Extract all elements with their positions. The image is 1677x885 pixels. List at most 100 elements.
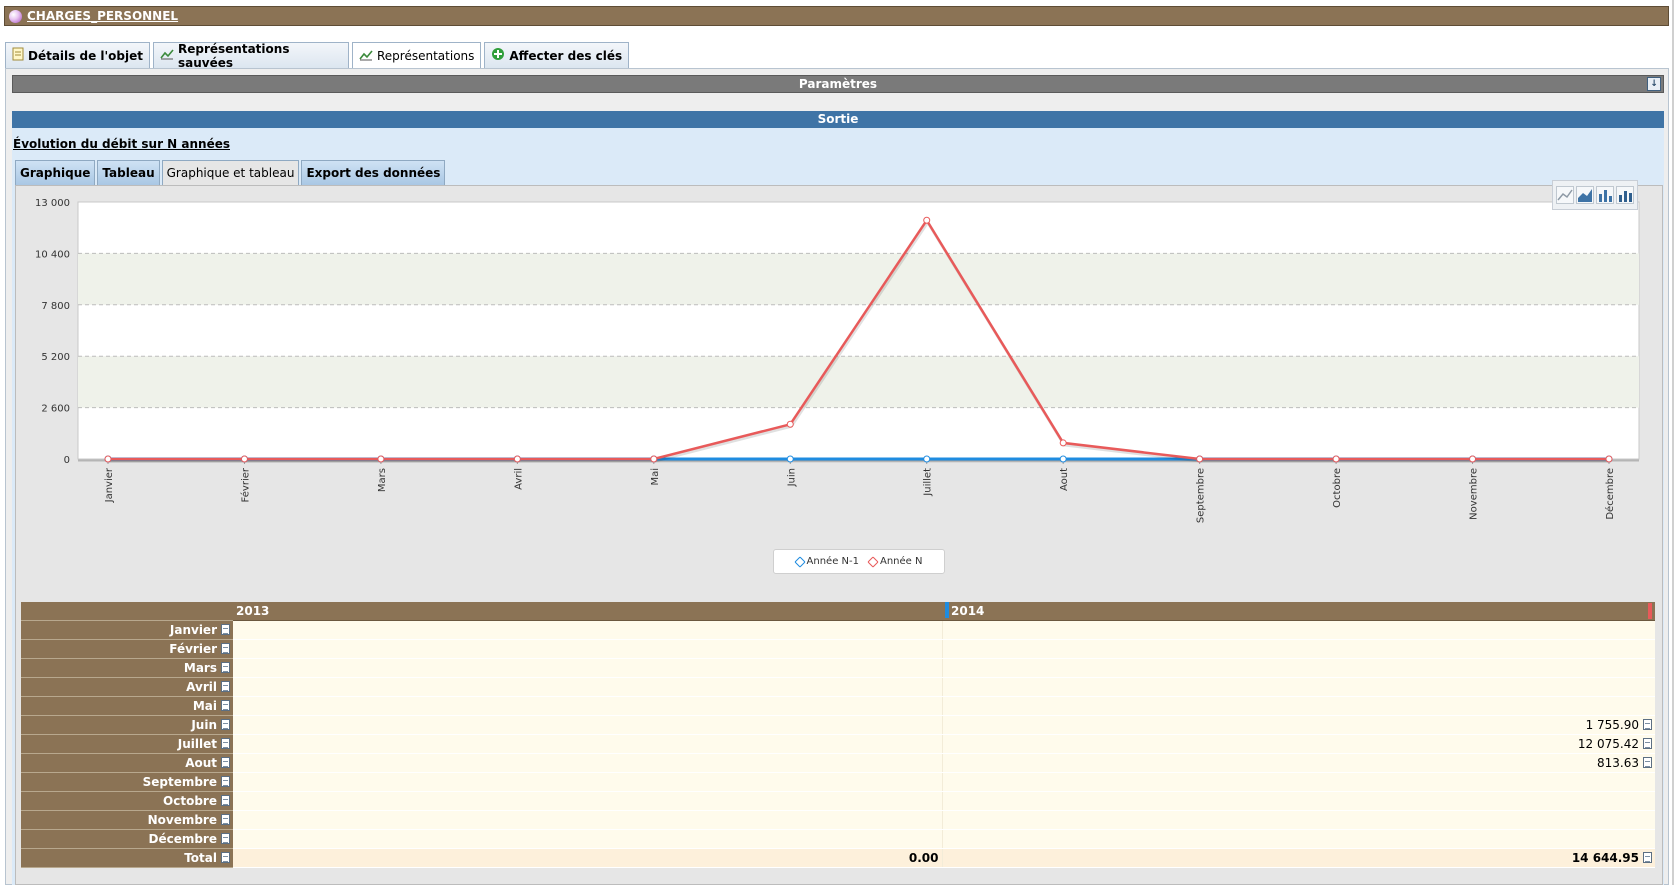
value-cell-2013 [233,829,943,849]
value-cell-2013 [233,696,943,716]
tab-data-export[interactable]: Export des données [301,160,446,185]
y-tick-label: 0 [64,455,70,466]
table-row: Juin 1 755.90 [21,715,1655,735]
tab-label: Affecter des clés [509,48,623,63]
document-icon[interactable] [221,718,230,730]
value-cell-2014 [942,791,1655,811]
document-icon[interactable] [221,775,230,787]
row-label[interactable]: Septembre [21,772,233,792]
tab-chart-and-table[interactable]: Graphique et tableau [161,160,300,185]
value-cell-2013 [233,810,943,830]
add-icon [491,47,505,64]
plot-area [77,201,1640,460]
tab-label: Représentations [377,49,475,63]
data-point [1196,455,1204,463]
row-label[interactable]: Avril [21,677,233,697]
value-cell-2014 [942,658,1655,678]
chart-icon [160,48,174,63]
object-title-link[interactable]: CHARGES_PERSONNEL [27,9,178,23]
chart-type-toolbar [1552,180,1638,210]
x-tick-label: Mars [377,468,388,492]
value-cell-2014 [942,810,1655,830]
row-label[interactable]: Total [21,848,233,868]
legend-label: Année N [879,556,923,567]
document-icon[interactable] [221,699,230,711]
row-label[interactable]: Janvier [21,620,233,640]
tab-representations[interactable]: Représentations [352,42,482,69]
parameters-label: Paramètres [798,77,878,91]
bar-3d-chart-icon[interactable] [1616,186,1634,204]
y-tick-label: 7 800 [41,301,70,312]
table-row: Mai [21,696,1655,716]
x-tick-label: Novembre [1469,468,1480,520]
table-corner [21,602,233,621]
document-icon[interactable] [221,680,230,692]
document-icon[interactable] [221,623,230,635]
row-label[interactable]: Juillet [21,734,233,754]
parameters-header[interactable]: Paramètres ↓ [12,75,1664,93]
tab-chart[interactable]: Graphique [15,160,96,185]
row-label[interactable]: Décembre [21,829,233,849]
value-cell-2014: 1 755.90 [942,715,1655,735]
value-cell-2014 [942,620,1655,640]
row-label[interactable]: Mai [21,696,233,716]
value-cell-2013: 0.00 [233,848,943,868]
area-chart-icon[interactable] [1576,186,1594,204]
document-icon[interactable] [221,661,230,673]
x-tick-label: Avril [513,468,524,490]
row-label[interactable]: Mars [21,658,233,678]
legend-item[interactable]: Année N-1 [793,555,859,568]
value-cell-2013 [233,639,943,659]
document-icon[interactable] [1643,756,1652,768]
tab-saved-representations[interactable]: Représentations sauvées [153,42,349,70]
x-tick-label: Décembre [1604,468,1616,520]
bar-chart-icon[interactable] [1596,186,1614,204]
table-row: Décembre [21,829,1655,849]
chart-grid-bands [77,201,1640,460]
x-tick-label: Aout [1059,468,1070,491]
document-icon[interactable] [221,737,230,749]
line-chart-icon[interactable] [1556,186,1574,204]
document-icon[interactable] [221,813,230,825]
object-icon [9,9,22,23]
legend-item[interactable]: Année N [867,555,923,568]
row-label[interactable]: Aout [21,753,233,773]
series-marker [945,602,949,619]
row-label[interactable]: Février [21,639,233,659]
table-row: Juillet 12 075.42 [21,734,1655,754]
value-cell-2013 [233,791,943,811]
document-icon[interactable] [1643,737,1652,749]
tab-table[interactable]: Tableau [97,160,160,185]
output-header: Sortie [12,111,1664,128]
document-icon[interactable] [221,756,230,768]
value-cell-2014 [942,677,1655,697]
value-cell-2014 [942,639,1655,659]
tab-assign-keys[interactable]: Affecter des clés [484,42,630,68]
value-cell-2013 [233,658,943,678]
document-icon[interactable] [221,642,230,654]
document-icon[interactable] [1643,718,1652,730]
data-point [1469,455,1477,463]
document-icon[interactable] [1643,851,1652,863]
row-label[interactable]: Juin [21,715,233,735]
row-label[interactable]: Octobre [21,791,233,811]
chart-icon [359,49,373,64]
data-point [786,420,794,428]
report-title-link[interactable]: Évolution du débit sur N années [13,137,230,151]
y-tick-label: 2 600 [41,404,70,415]
x-tick-label: Octobre [1332,468,1343,508]
y-tick-label: 5 200 [41,352,70,363]
x-tick-label: Février [239,467,251,502]
chevron-down-icon[interactable]: ↓ [1647,77,1661,91]
row-label[interactable]: Novembre [21,810,233,830]
document-icon[interactable] [221,794,230,806]
x-tick-label: Mai [650,468,661,486]
y-axis-labels: 0 2 600 5 200 7 800 10 400 13 000 [35,198,70,466]
document-icon [12,47,24,64]
tab-object-details[interactable]: Détails de l'objet [5,42,150,68]
legend-label: Année N-1 [806,556,859,567]
table-header-row: 2013 2014 [21,602,1655,621]
tab-label: Détails de l'objet [28,48,143,63]
document-icon[interactable] [221,832,230,844]
document-icon[interactable] [221,851,230,863]
